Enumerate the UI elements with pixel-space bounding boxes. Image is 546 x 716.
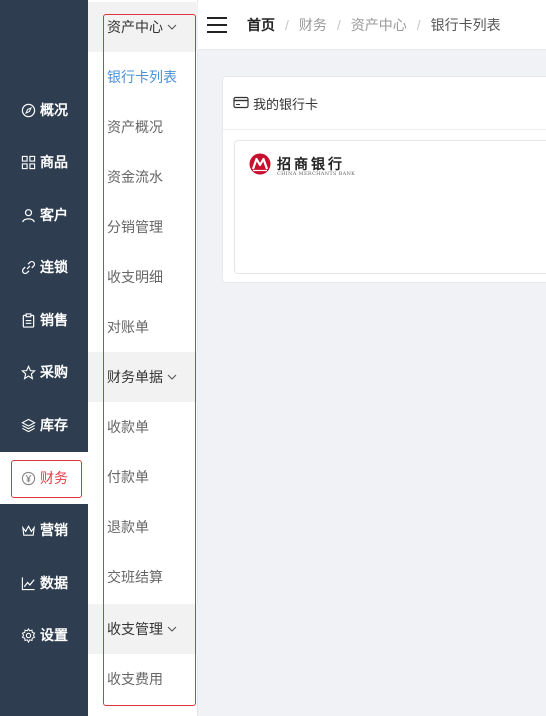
chevron-down-icon: [167, 374, 177, 380]
top-bar: 首页 / 财务 / 资产中心 / 银行卡列表: [198, 0, 546, 50]
nav-item-sales[interactable]: 销售: [0, 294, 88, 346]
menu-toggle-icon[interactable]: [207, 17, 227, 33]
breadcrumb-home[interactable]: 首页: [247, 15, 275, 35]
submenu-item-label: 银行卡列表: [107, 69, 177, 85]
submenu-item-label: 付款单: [107, 469, 149, 485]
submenu-item-bank-card-list[interactable]: 银行卡列表: [88, 52, 198, 102]
submenu-group-finance-docs[interactable]: 财务单据: [88, 352, 198, 402]
my-bank-cards-panel: 我的银行卡 招商银行 CHINA MERCHANTS BANK: [222, 76, 546, 283]
nav-label: 销售: [40, 312, 68, 328]
bank-name-english: CHINA MERCHANTS BANK: [277, 171, 356, 177]
nav-item-marketing[interactable]: 营销: [0, 504, 88, 556]
submenu-item-label: 收支明细: [107, 269, 163, 285]
gear-icon: [20, 627, 36, 643]
nav-label: 商品: [40, 154, 68, 170]
bank-card-item[interactable]: 招商银行 CHINA MERCHANTS BANK: [234, 140, 546, 274]
breadcrumb-separator: /: [416, 17, 421, 33]
nav-label: 连锁: [40, 259, 68, 275]
layers-icon: [20, 417, 36, 433]
crown-icon: [20, 522, 36, 538]
submenu-item-shift-settlement[interactable]: 交班结算: [88, 552, 198, 602]
yen-icon: [20, 470, 36, 486]
nav-item-chain[interactable]: 连锁: [0, 241, 88, 293]
submenu-item-label: 退款单: [107, 519, 149, 535]
submenu-item-fees[interactable]: 收支费用: [88, 654, 198, 704]
nav-item-settings[interactable]: 设置: [0, 609, 88, 661]
purchase-icon: [20, 364, 36, 380]
submenu-group-income-expense[interactable]: 收支管理: [88, 604, 198, 654]
breadcrumb-asset-center[interactable]: 资产中心: [351, 15, 407, 35]
breadcrumb-finance[interactable]: 财务: [299, 15, 327, 35]
breadcrumb-separator: /: [336, 17, 341, 33]
submenu-item-label: 分销管理: [107, 219, 163, 235]
nav-label: 设置: [40, 627, 68, 643]
submenu-item-label: 收支费用: [107, 671, 163, 687]
submenu-item-distribution[interactable]: 分销管理: [88, 202, 198, 252]
submenu-item-fund-flow[interactable]: 资金流水: [88, 152, 198, 202]
submenu-item-payment[interactable]: 付款单: [88, 452, 198, 502]
submenu-group-label: 收支管理: [107, 621, 163, 637]
chart-icon: [20, 575, 36, 591]
nav-label: 库存: [40, 417, 68, 433]
submenu-item-receipt[interactable]: 收款单: [88, 402, 198, 452]
nav-label: 概况: [40, 102, 68, 118]
link-icon: [20, 259, 36, 275]
submenu-item-label: 资产概况: [107, 119, 163, 135]
nav-label: 营销: [40, 522, 68, 538]
nav-item-overview[interactable]: 概况: [0, 84, 88, 136]
submenu-group-label: 资产中心: [107, 19, 163, 35]
submenu-item-refund[interactable]: 退款单: [88, 502, 198, 552]
cmb-logo-icon: [249, 153, 271, 175]
submenu-group-label: 财务单据: [107, 369, 163, 385]
submenu-item-reconcile[interactable]: 对账单: [88, 302, 198, 352]
nav-item-products[interactable]: 商品: [0, 136, 88, 188]
nav-item-customers[interactable]: 客户: [0, 189, 88, 241]
nav-item-finance[interactable]: 财务: [0, 452, 88, 504]
submenu-item-asset-overview[interactable]: 资产概况: [88, 102, 198, 152]
user-icon: [20, 207, 36, 223]
submenu-item-label: 收款单: [107, 419, 149, 435]
primary-sidebar: 概况 商品 客户 连锁 销售 采购 库存 财务 营销 数据 设置: [0, 0, 88, 716]
breadcrumb: 首页 / 财务 / 资产中心 / 银行卡列表: [247, 0, 501, 50]
submenu-item-income-detail[interactable]: 收支明细: [88, 252, 198, 302]
chevron-down-icon: [167, 24, 177, 30]
nav-label: 财务: [40, 470, 68, 486]
compass-icon: [20, 102, 36, 118]
nav-item-data[interactable]: 数据: [0, 557, 88, 609]
nav-label: 客户: [40, 207, 68, 223]
submenu-item-label: 交班结算: [107, 569, 163, 585]
panel-title: 我的银行卡: [253, 96, 319, 112]
panel-header: 我的银行卡: [223, 77, 546, 130]
grid-icon: [20, 154, 36, 170]
breadcrumb-separator: /: [285, 17, 289, 33]
nav-item-purchase[interactable]: 采购: [0, 346, 88, 398]
submenu-item-label: 对账单: [107, 319, 149, 335]
secondary-sidebar: 资产中心 银行卡列表 资产概况 资金流水 分销管理 收支明细 对账单 财务单据 …: [88, 0, 198, 716]
chevron-down-icon: [167, 626, 177, 632]
nav-item-inventory[interactable]: 库存: [0, 399, 88, 451]
submenu-item-label: 资金流水: [107, 169, 163, 185]
nav-label: 数据: [40, 575, 68, 591]
bank-card-icon: [233, 96, 249, 109]
submenu-group-asset-center[interactable]: 资产中心: [88, 2, 198, 52]
breadcrumb-current: 银行卡列表: [430, 17, 501, 33]
nav-label: 采购: [40, 364, 68, 380]
clipboard-icon: [20, 312, 36, 328]
